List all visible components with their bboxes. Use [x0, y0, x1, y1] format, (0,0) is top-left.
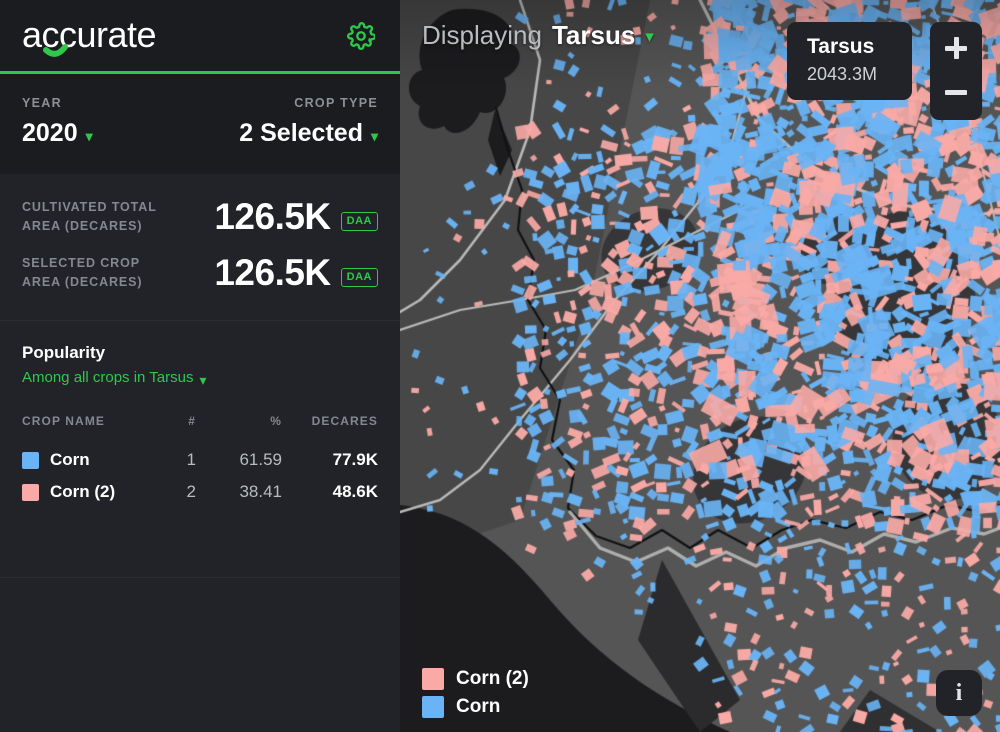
- stat-value: 126.5K: [214, 196, 330, 238]
- crop-color-swatch: [22, 484, 39, 501]
- legend-item[interactable]: Corn: [422, 696, 529, 718]
- unit-badge: DAA: [341, 268, 378, 287]
- legend-item[interactable]: Corn (2): [422, 668, 529, 690]
- popularity-scope-label: Among all crops in Tarsus: [22, 369, 193, 386]
- chevron-down-icon: ▾: [86, 129, 93, 143]
- crop-type-filter-value-text: 2 Selected: [239, 119, 363, 148]
- map-header-region: Tarsus: [552, 20, 635, 51]
- minus-icon: [945, 90, 967, 95]
- cell-crop-name: Corn: [22, 444, 144, 476]
- table-header-row: CROP NAME # % DECARES: [22, 414, 378, 444]
- brand-bar: accurate: [0, 0, 400, 74]
- stats-panel: CULTIVATED TOTAL AREA (DECARES) 126.5K D…: [0, 174, 400, 321]
- zoom-controls: [930, 22, 982, 120]
- popularity-scope-selector[interactable]: Among all crops in Tarsus ▾: [22, 369, 378, 386]
- col-crop-name: CROP NAME: [22, 414, 144, 444]
- stat-label-line1: CULTIVATED TOTAL: [22, 198, 157, 217]
- stat-label-line2: AREA (DECARES): [22, 273, 142, 292]
- crop-name-text: Corn (2): [50, 482, 115, 502]
- app-logo: accurate: [22, 13, 202, 59]
- crop-type-filter[interactable]: CROP TYPE 2 Selected ▾: [239, 96, 378, 148]
- region-info-value: 2043.3M: [807, 64, 892, 85]
- cell-decares: 77.9K: [282, 444, 378, 476]
- crop-color-swatch: [22, 452, 39, 469]
- legend-color-swatch: [422, 696, 444, 718]
- popularity-title: Popularity: [22, 343, 378, 363]
- crop-name-text: Corn: [50, 450, 90, 470]
- table-row[interactable]: Corn 1 61.59 77.9K: [22, 444, 378, 476]
- map-view[interactable]: Displaying Tarsus ▾ Tarsus 2043.3M Corn …: [400, 0, 1000, 732]
- popularity-panel: Popularity Among all crops in Tarsus ▾ C…: [0, 321, 400, 508]
- stat-cultivated-total-area: CULTIVATED TOTAL AREA (DECARES) 126.5K D…: [22, 196, 378, 238]
- col-decares: DECARES: [282, 414, 378, 444]
- stat-value: 126.5K: [214, 252, 330, 294]
- year-filter-value[interactable]: 2020 ▾: [22, 119, 93, 148]
- col-rank: #: [144, 414, 196, 444]
- stat-label-line2: AREA (DECARES): [22, 217, 157, 236]
- chevron-down-icon: ▾: [645, 28, 654, 45]
- unit-badge: DAA: [341, 212, 378, 231]
- cell-decares: 48.6K: [282, 476, 378, 508]
- year-filter[interactable]: YEAR 2020 ▾: [22, 96, 93, 148]
- crop-type-filter-label: CROP TYPE: [294, 96, 378, 110]
- stat-value-group: 126.5K DAA: [214, 196, 378, 238]
- sidebar: accurate YEAR 2020 ▾ CROP TYPE: [0, 0, 400, 732]
- filters-bar: YEAR 2020 ▾ CROP TYPE 2 Selected ▾: [0, 74, 400, 174]
- legend-label: Corn (2): [456, 668, 529, 690]
- chevron-down-icon: ▾: [371, 129, 378, 143]
- sidebar-divider: [0, 577, 400, 578]
- map-region-selector[interactable]: Displaying Tarsus ▾: [422, 20, 654, 51]
- stat-label: SELECTED CROP AREA (DECARES): [22, 254, 142, 293]
- info-icon: i: [956, 680, 963, 707]
- cell-rank: 1: [144, 444, 196, 476]
- app-root: accurate YEAR 2020 ▾ CROP TYPE: [0, 0, 1000, 732]
- logo-wordmark-icon: accurate: [22, 13, 202, 59]
- svg-text:accurate: accurate: [22, 14, 156, 55]
- legend-color-swatch: [422, 668, 444, 690]
- map-header-prefix: Displaying: [422, 20, 542, 51]
- cell-crop-name: Corn (2): [22, 476, 144, 508]
- cell-percent: 61.59: [196, 444, 282, 476]
- plus-icon: [945, 37, 967, 59]
- settings-button[interactable]: [344, 19, 378, 53]
- col-percent: %: [196, 414, 282, 444]
- legend-label: Corn: [456, 696, 500, 718]
- region-info-card: Tarsus 2043.3M: [787, 22, 912, 100]
- zoom-in-button[interactable]: [930, 32, 982, 64]
- cell-percent: 38.41: [196, 476, 282, 508]
- map-info-button[interactable]: i: [936, 670, 982, 716]
- crop-type-filter-value[interactable]: 2 Selected ▾: [239, 119, 378, 148]
- zoom-out-button[interactable]: [930, 76, 982, 108]
- stat-label: CULTIVATED TOTAL AREA (DECARES): [22, 198, 157, 237]
- stat-label-line1: SELECTED CROP: [22, 254, 142, 273]
- crop-popularity-table: CROP NAME # % DECARES Corn: [22, 414, 378, 508]
- year-filter-value-text: 2020: [22, 119, 78, 148]
- table-row[interactable]: Corn (2) 2 38.41 48.6K: [22, 476, 378, 508]
- gear-icon: [347, 22, 375, 50]
- year-filter-label: YEAR: [22, 96, 93, 110]
- chevron-down-icon: ▾: [199, 373, 206, 387]
- map-legend: Corn (2) Corn: [422, 668, 529, 718]
- stat-value-group: 126.5K DAA: [214, 252, 378, 294]
- region-info-name: Tarsus: [807, 35, 892, 59]
- cell-rank: 2: [144, 476, 196, 508]
- stat-selected-crop-area: SELECTED CROP AREA (DECARES) 126.5K DAA: [22, 252, 378, 294]
- map-canvas[interactable]: [400, 0, 1000, 732]
